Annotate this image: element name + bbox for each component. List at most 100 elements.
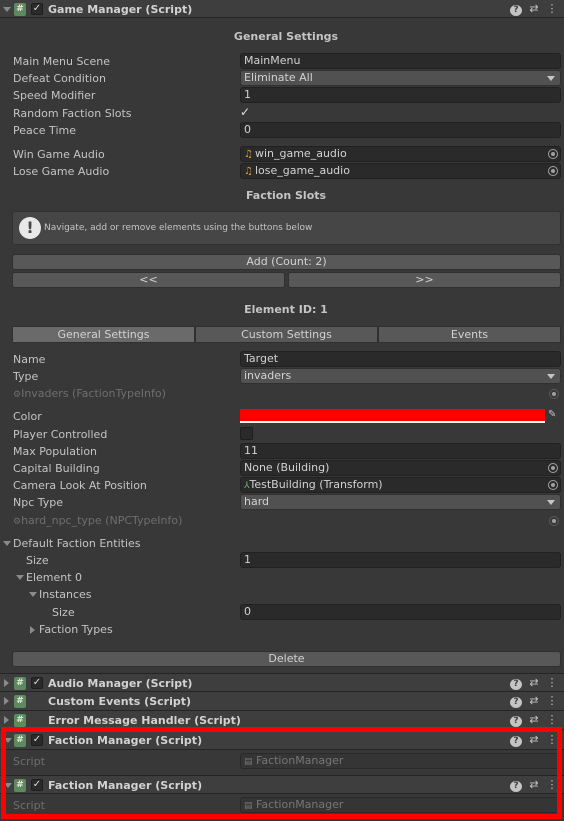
help-box-text: Navigate, add or remove elements using t… — [44, 223, 313, 233]
script-field: ▤ FactionManager — [240, 797, 561, 813]
foldout-open-icon[interactable] — [4, 738, 12, 743]
section-title-faction-slots: Faction Slots — [245, 189, 327, 202]
custom-events-header[interactable]: # Custom Events (Script) ? ⇄ ⋮ — [0, 692, 564, 711]
type-dropdown[interactable]: invaders — [240, 368, 561, 384]
component-title: Error Message Handler (Script) — [48, 714, 241, 727]
npc-type-reference-value: hard_npc_type (NPCTypeInfo) — [21, 514, 183, 527]
object-picker-icon[interactable] — [548, 149, 558, 159]
help-icon[interactable]: ? — [510, 733, 522, 747]
element-id-title: Element ID: 1 — [244, 303, 328, 316]
script-icon: # — [14, 677, 26, 690]
object-picker-icon[interactable] — [548, 463, 558, 473]
default-entities-label[interactable]: Default Faction Entities — [13, 537, 141, 550]
foldout-closed-icon[interactable] — [4, 716, 9, 724]
prev-button[interactable]: << — [12, 272, 285, 288]
element-0-label[interactable]: Element 0 — [26, 571, 82, 584]
script-icon: # — [14, 714, 26, 727]
color-swatch[interactable] — [240, 409, 545, 423]
presets-icon[interactable]: ⇄ — [528, 778, 540, 792]
help-icon[interactable]: ? — [510, 778, 522, 792]
enabled-checkbox[interactable]: ✓ — [31, 779, 43, 791]
script-file-icon: ▤ — [244, 757, 253, 767]
error-message-handler-header[interactable]: # Error Message Handler (Script) ? ⇄ ⋮ — [0, 711, 564, 730]
script-icon: # — [14, 779, 26, 792]
kebab-menu-icon[interactable]: ⋮ — [546, 733, 558, 747]
tab-general-settings[interactable]: General Settings — [12, 326, 195, 343]
audio-manager-header[interactable]: # ✓ Audio Manager (Script) ? ⇄ ⋮ — [0, 673, 564, 692]
component-title: Audio Manager (Script) — [48, 677, 193, 690]
script-label: Script — [13, 799, 45, 812]
object-picker-icon[interactable] — [548, 480, 558, 490]
capital-building-label: Capital Building — [13, 462, 100, 475]
random-faction-slots-checkbox[interactable]: ✓ — [240, 106, 253, 119]
instances-label[interactable]: Instances — [39, 588, 92, 601]
player-controlled-label: Player Controlled — [13, 428, 108, 441]
type-label: Type — [13, 370, 39, 383]
win-game-audio-field[interactable]: ♫ win_game_audio — [240, 146, 561, 162]
help-icon[interactable]: ? — [510, 713, 522, 727]
presets-icon[interactable]: ⇄ — [528, 733, 540, 747]
tab-events[interactable]: Events — [378, 326, 561, 343]
enabled-checkbox[interactable]: ✓ — [31, 677, 43, 689]
component-title: Game Manager (Script) — [48, 3, 193, 16]
presets-icon[interactable]: ⇄ — [528, 676, 540, 690]
presets-icon[interactable]: ⇄ — [528, 2, 540, 16]
enabled-checkbox[interactable]: ✓ — [31, 734, 43, 746]
foldout-open-icon[interactable] — [16, 575, 24, 580]
enabled-checkbox[interactable]: ✓ — [31, 3, 43, 15]
peace-time-field[interactable]: 0 — [240, 122, 561, 138]
script-icon: # — [14, 695, 26, 708]
camera-look-at-label: Camera Look At Position — [13, 479, 147, 492]
foldout-open-icon[interactable] — [4, 783, 12, 788]
foldout-closed-icon[interactable] — [30, 626, 35, 634]
add-button[interactable]: Add (Count: 2) — [12, 254, 561, 270]
presets-icon[interactable]: ⇄ — [528, 713, 540, 727]
presets-icon[interactable]: ⇄ — [528, 694, 540, 708]
foldout-open-icon[interactable] — [3, 7, 11, 12]
help-icon[interactable]: ? — [510, 676, 522, 690]
instances-size-field[interactable]: 0 — [240, 604, 561, 620]
foldout-open-icon[interactable] — [3, 541, 11, 546]
eyedropper-icon[interactable]: ✎ — [548, 409, 560, 421]
foldout-open-icon[interactable] — [29, 592, 37, 597]
camera-look-at-field[interactable]: ⅄TestBuilding (Transform) — [240, 477, 561, 493]
player-controlled-checkbox[interactable] — [240, 427, 253, 440]
object-picker-icon[interactable] — [548, 166, 558, 176]
faction-manager-header-2[interactable]: # ✓ Faction Manager (Script) ? ⇄ ⋮ — [0, 775, 564, 794]
foldout-closed-icon[interactable] — [4, 679, 9, 687]
color-label: Color — [13, 410, 42, 423]
script-icon: # — [14, 3, 26, 16]
kebab-menu-icon[interactable]: ⋮ — [546, 694, 558, 708]
kebab-menu-icon[interactable]: ⋮ — [546, 713, 558, 727]
game-manager-header[interactable]: # ✓ Game Manager (Script) ? ⇄ ⋮ — [0, 0, 564, 18]
faction-manager-header[interactable]: # ✓ Faction Manager (Script) ? ⇄ ⋮ — [0, 731, 564, 750]
win-game-audio-value: win_game_audio — [254, 147, 347, 160]
kebab-menu-icon[interactable]: ⋮ — [546, 2, 558, 16]
npc-type-label: Npc Type — [13, 496, 64, 509]
npc-type-value: hard — [244, 495, 270, 508]
capital-building-field[interactable]: None (Building) — [240, 460, 561, 476]
npc-type-dropdown[interactable]: hard — [240, 494, 561, 510]
max-population-label: Max Population — [13, 445, 98, 458]
next-button[interactable]: >> — [288, 272, 561, 288]
defeat-condition-dropdown[interactable]: Eliminate All — [240, 70, 561, 86]
name-field[interactable]: Target — [240, 351, 561, 367]
type-value: invaders — [244, 369, 292, 382]
help-icon[interactable]: ? — [510, 2, 522, 16]
max-population-field[interactable]: 11 — [240, 443, 561, 459]
object-picker-icon — [549, 389, 559, 399]
dropdown-arrow-icon — [547, 500, 555, 505]
faction-types-label[interactable]: Faction Types — [39, 623, 113, 636]
main-menu-scene-field[interactable]: MainMenu — [240, 53, 561, 69]
type-reference-value: Invaders (FactionTypeInfo) — [21, 387, 166, 400]
help-icon[interactable]: ? — [510, 694, 522, 708]
kebab-menu-icon[interactable]: ⋮ — [546, 676, 558, 690]
entities-size-field[interactable]: 1 — [240, 552, 561, 568]
speed-modifier-field[interactable]: 1 — [240, 87, 561, 103]
foldout-closed-icon[interactable] — [4, 697, 9, 705]
delete-button[interactable]: Delete — [12, 651, 561, 667]
lose-game-audio-field[interactable]: ♫ lose_game_audio — [240, 163, 561, 179]
tab-custom-settings[interactable]: Custom Settings — [195, 326, 378, 343]
kebab-menu-icon[interactable]: ⋮ — [546, 778, 558, 792]
script-file-icon: ▤ — [244, 801, 253, 811]
